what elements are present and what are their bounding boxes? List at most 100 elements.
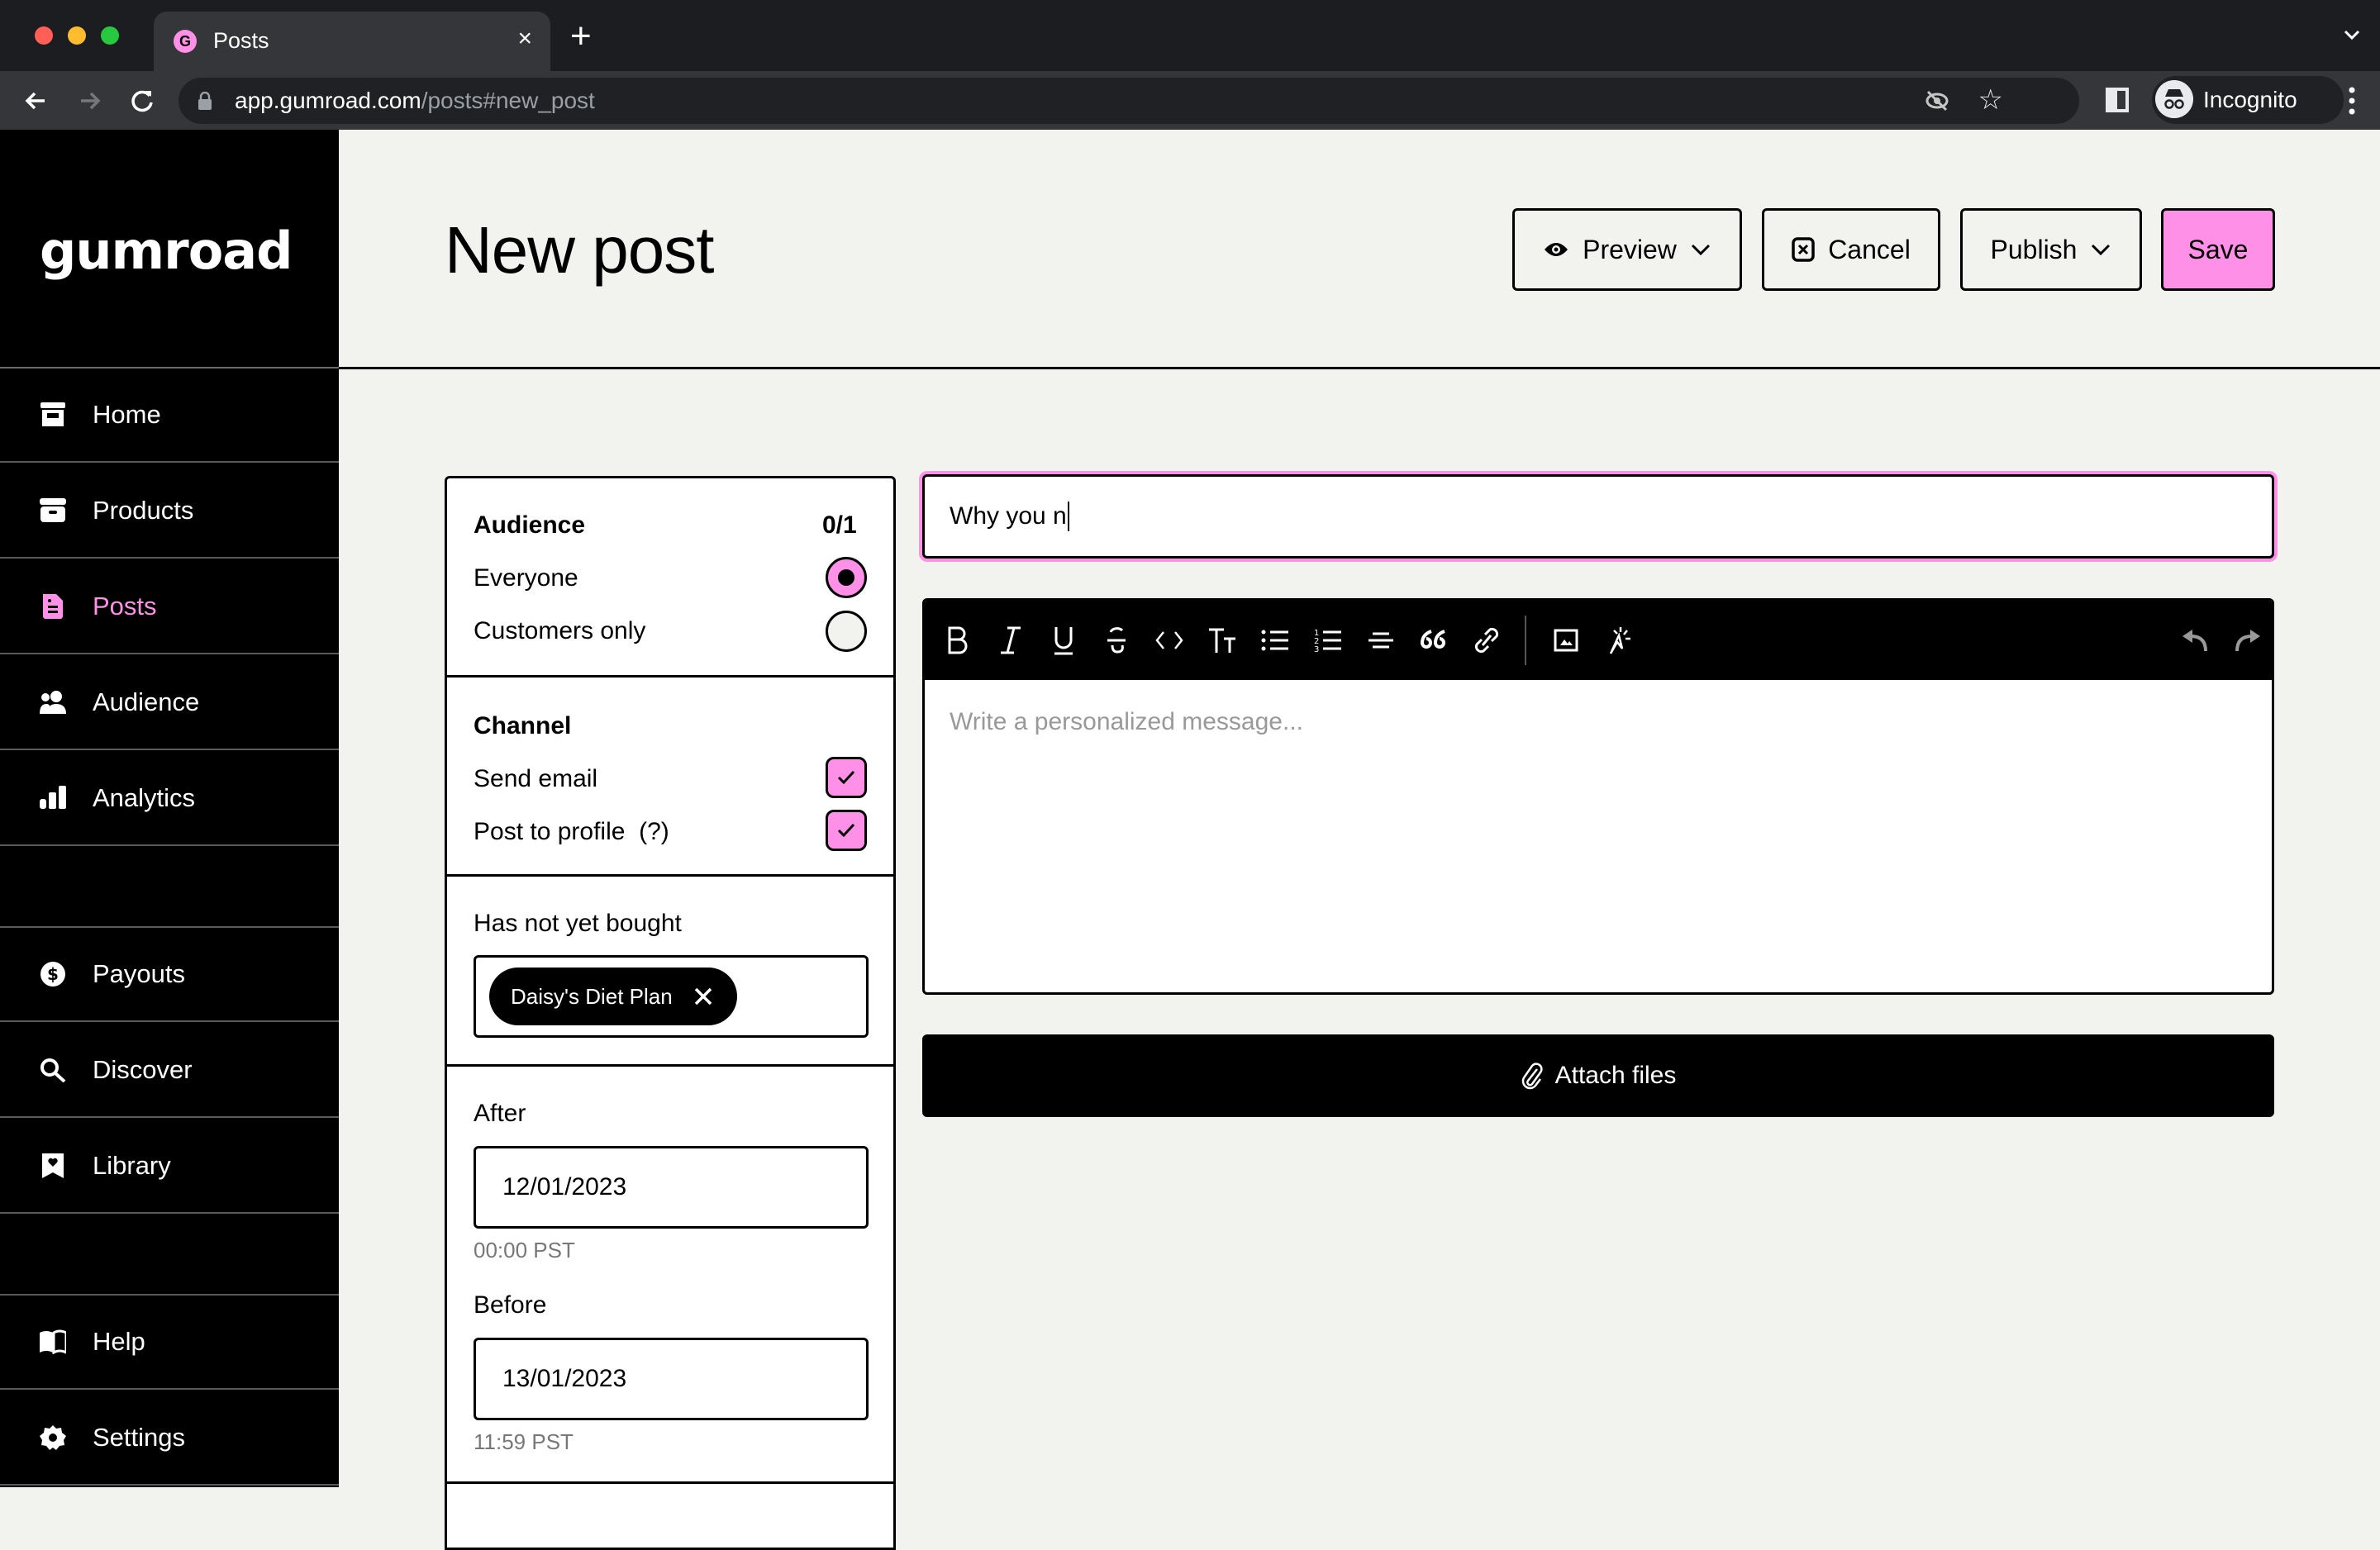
sidebar-item-analytics[interactable]: Analytics bbox=[0, 752, 339, 846]
sidebar-item-settings[interactable]: Settings bbox=[0, 1391, 339, 1486]
horizontal-rule-icon[interactable] bbox=[1364, 624, 1397, 657]
date-range-section: After 12/01/2023 00:00 PST Before 13/01/… bbox=[447, 1067, 893, 1484]
after-label: After bbox=[474, 1100, 526, 1127]
checkmark-icon bbox=[837, 823, 855, 838]
post-title-input[interactable]: Why you n bbox=[922, 474, 2274, 559]
save-button[interactable]: Save bbox=[2161, 208, 2275, 291]
search-icon bbox=[40, 1058, 66, 1082]
bookmark-heart-icon bbox=[42, 1153, 64, 1178]
code-icon[interactable] bbox=[1153, 624, 1186, 657]
gumroad-logo[interactable]: gumroad bbox=[40, 221, 293, 281]
incognito-profile-button[interactable]: Incognito bbox=[2152, 76, 2344, 124]
sidebar-item-library[interactable]: Library bbox=[0, 1120, 339, 1214]
bar-chart-icon bbox=[40, 786, 66, 809]
send-email-checkbox[interactable] bbox=[826, 757, 867, 798]
bookmark-star-icon[interactable]: ☆ bbox=[1978, 86, 2003, 114]
incognito-label: Incognito bbox=[2203, 87, 2297, 112]
help-tooltip-icon[interactable]: (?) bbox=[639, 818, 669, 845]
lock-icon[interactable] bbox=[198, 92, 212, 110]
underline-icon[interactable] bbox=[1047, 624, 1080, 657]
document-icon bbox=[43, 594, 63, 619]
checkmark-icon bbox=[837, 770, 855, 785]
post-settings-panel: Audience 0/1 Everyone Customers only Cha… bbox=[445, 476, 896, 1550]
text-size-icon[interactable] bbox=[1206, 624, 1239, 657]
sidebar-spacer bbox=[0, 1215, 339, 1296]
link-icon[interactable] bbox=[1470, 624, 1503, 657]
eye-off-icon[interactable] bbox=[1924, 88, 1950, 114]
forward-arrow-icon[interactable] bbox=[73, 84, 106, 117]
browser-chrome: G Posts × + app.gumroad.com/posts#new_po… bbox=[0, 0, 2380, 130]
sidebar-item-posts[interactable]: Posts bbox=[0, 560, 339, 654]
undo-icon[interactable] bbox=[2179, 624, 2212, 657]
post-to-profile-checkbox[interactable] bbox=[826, 810, 867, 851]
sidebar-item-help[interactable]: Help bbox=[0, 1296, 339, 1390]
sidebar-item-label: Home bbox=[93, 400, 161, 429]
product-chip: Daisy's Diet Plan bbox=[489, 968, 737, 1025]
strikethrough-icon[interactable] bbox=[1100, 624, 1133, 657]
gumroad-favicon-icon: G bbox=[174, 30, 197, 53]
redo-icon[interactable] bbox=[2230, 624, 2263, 657]
tab-close-icon[interactable]: × bbox=[517, 26, 532, 51]
after-date-input[interactable]: 12/01/2023 bbox=[474, 1146, 869, 1229]
window-maximize-button[interactable] bbox=[101, 26, 119, 45]
numbered-list-icon[interactable]: 123 bbox=[1311, 624, 1345, 657]
archive-box-icon bbox=[40, 498, 66, 522]
side-panel-icon[interactable] bbox=[2106, 88, 2129, 112]
url-path: /posts#new_post bbox=[421, 88, 595, 113]
url-text[interactable]: app.gumroad.com/posts#new_post bbox=[235, 88, 595, 114]
browser-tab[interactable]: G Posts × bbox=[154, 12, 550, 71]
bold-icon[interactable] bbox=[941, 624, 974, 657]
page-title: New post bbox=[445, 213, 714, 287]
sidebar-item-payouts[interactable]: $ Payouts bbox=[0, 928, 339, 1022]
dollar-circle-icon: $ bbox=[40, 962, 65, 987]
has-not-bought-label: Has not yet bought bbox=[474, 910, 682, 937]
sidebar-item-home[interactable]: Home bbox=[0, 368, 339, 463]
before-date-input[interactable]: 13/01/2023 bbox=[474, 1338, 869, 1420]
image-icon[interactable] bbox=[1549, 624, 1583, 657]
channel-section: Channel Send email Post to profile (?) bbox=[447, 678, 893, 877]
svg-text:$: $ bbox=[47, 964, 59, 984]
sidebar-item-label: Discover bbox=[93, 1055, 193, 1084]
attach-files-button[interactable]: Attach files bbox=[922, 1034, 2274, 1117]
message-editor[interactable]: 123 Write a personalized message... bbox=[922, 598, 2274, 995]
cancel-button[interactable]: Cancel bbox=[1762, 208, 1940, 291]
chevron-down-icon[interactable] bbox=[2342, 25, 2362, 45]
product-chip-label: Daisy's Diet Plan bbox=[511, 983, 673, 1009]
back-arrow-icon[interactable] bbox=[20, 84, 53, 117]
window-minimize-button[interactable] bbox=[68, 26, 86, 45]
attach-files-label: Attach files bbox=[1554, 1062, 1677, 1089]
publish-button[interactable]: Publish bbox=[1960, 208, 2142, 291]
audience-everyone-radio[interactable] bbox=[826, 557, 867, 598]
sidebar: gumroad Home Products Posts Audience Ana… bbox=[0, 130, 339, 1487]
post-to-profile-label: Post to profile (?) bbox=[474, 818, 669, 846]
has-not-bought-section: Has not yet bought Daisy's Diet Plan bbox=[447, 877, 893, 1067]
audience-option-customers-label: Customers only bbox=[474, 617, 646, 644]
sidebar-item-discover[interactable]: Discover bbox=[0, 1024, 339, 1118]
reload-icon[interactable] bbox=[126, 84, 159, 117]
audience-customers-only-radio[interactable] bbox=[826, 611, 867, 652]
before-label: Before bbox=[474, 1291, 547, 1319]
window-close-button[interactable] bbox=[35, 26, 53, 45]
address-bar[interactable]: app.gumroad.com/posts#new_post ☆ bbox=[178, 78, 2079, 124]
editor-body-placeholder[interactable]: Write a personalized message... bbox=[950, 708, 1303, 736]
sidebar-item-audience[interactable]: Audience bbox=[0, 656, 339, 750]
kebab-menu-icon[interactable] bbox=[2349, 86, 2355, 116]
cancel-label: Cancel bbox=[1828, 234, 1911, 264]
remove-chip-icon[interactable] bbox=[694, 987, 712, 1006]
sidebar-item-products[interactable]: Products bbox=[0, 464, 339, 559]
has-not-bought-select[interactable]: Daisy's Diet Plan bbox=[474, 955, 869, 1038]
new-tab-button[interactable]: + bbox=[570, 18, 592, 55]
save-label: Save bbox=[2187, 234, 2249, 264]
sidebar-item-label: Help bbox=[93, 1327, 145, 1356]
sidebar-item-label: Library bbox=[93, 1151, 171, 1180]
channel-title: Channel bbox=[474, 712, 572, 739]
store-icon bbox=[40, 402, 65, 426]
sidebar-item-label: Settings bbox=[93, 1423, 186, 1452]
preview-button[interactable]: Preview bbox=[1512, 208, 1742, 291]
send-email-label: Send email bbox=[474, 765, 598, 792]
bullet-list-icon[interactable] bbox=[1259, 624, 1292, 657]
italic-icon[interactable] bbox=[994, 624, 1027, 657]
before-time-hint: 11:59 PST bbox=[474, 1429, 574, 1454]
embed-sparkle-icon[interactable] bbox=[1602, 624, 1635, 657]
quote-icon[interactable] bbox=[1417, 624, 1450, 657]
